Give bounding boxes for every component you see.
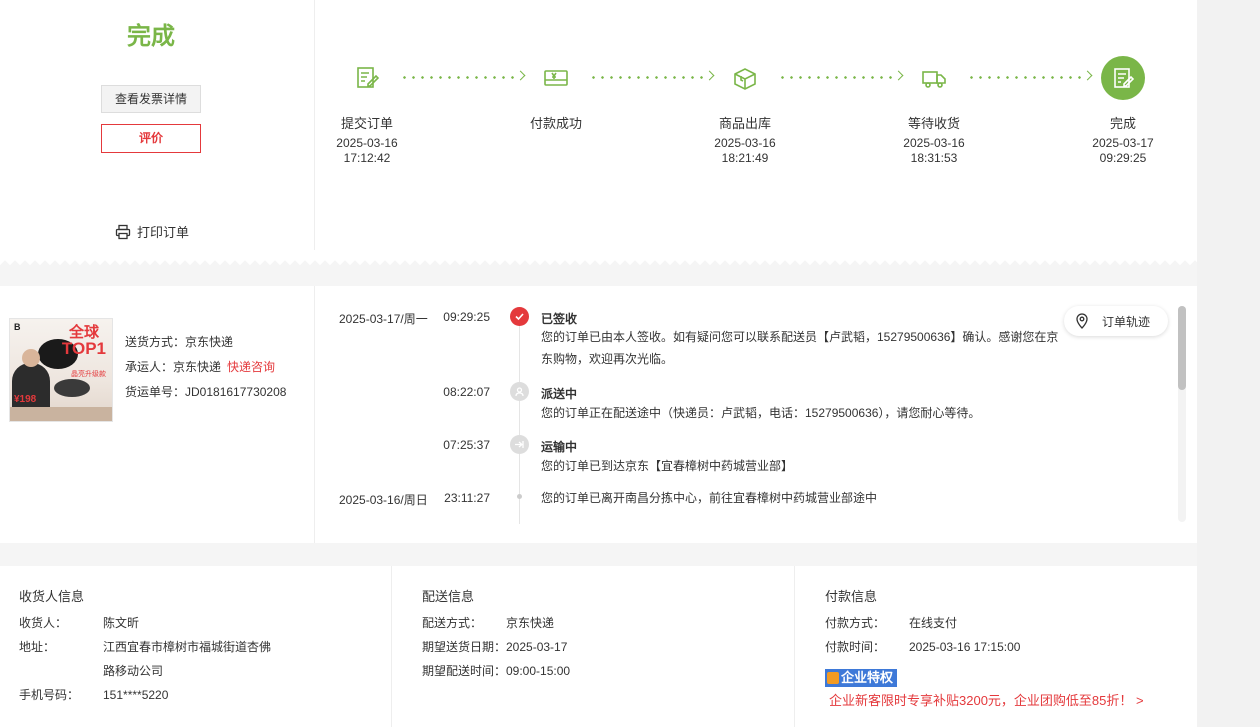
edit-doc-icon — [1101, 56, 1145, 100]
product-badge: 晶亮升级款 — [71, 371, 106, 378]
step-date: 2025-03-17 — [1092, 136, 1154, 150]
product-device-shape — [54, 379, 90, 397]
event-title: 已签收 — [541, 312, 578, 326]
event-title: 运输中 — [541, 440, 578, 454]
enterprise-promo-link[interactable]: 企业新客限时专享补贴3200元，企业团购低至85折！ > — [829, 690, 1144, 709]
event-title: 派送中 — [541, 387, 578, 401]
zigzag-divider — [0, 258, 1197, 268]
order-status-title: 完成 — [127, 23, 175, 50]
order-status-panel: 完成 查看发票详情 评价 打印订单 提交订单 2025-03-16 17:12:… — [0, 0, 1197, 260]
event-time: 23:11:27 — [444, 491, 490, 505]
package-icon — [723, 56, 767, 100]
gift-icon — [827, 672, 839, 684]
step-date: 2025-03-16 — [336, 136, 398, 150]
courier-consult-link[interactable]: 快递咨询 — [227, 360, 275, 374]
product-footer-bar — [10, 407, 112, 421]
step-label: 等待收货 — [907, 116, 960, 131]
print-order-label: 打印订单 — [137, 225, 190, 240]
payment-info: 付款信息 付款方式： 在线支付 付款时间： 2025-03-16 17:15:00 … — [795, 566, 1197, 727]
payment-card-icon — [534, 56, 578, 100]
progress-step-paid: 付款成功 — [506, 56, 606, 136]
event-time: 09:29:25 — [443, 310, 490, 324]
delivery-date-row: 期望送货日期： 2025-03-17 — [422, 640, 568, 654]
shipment-summary: B 全球 TOP1 晶亮升级款 ¥198 送货方式：京东快递 承运人：京东快递快… — [0, 286, 315, 543]
event-text: 您的订单已到达京东【宜春樟树中药城营业部】 — [541, 459, 794, 473]
order-track-button[interactable]: 订单轨迹 — [1064, 306, 1168, 336]
timeline-line — [519, 316, 520, 524]
tracking-timeline: 2025-03-17/周一 09:29:25 已签收 您的订单已由本人签收。如有… — [315, 286, 1185, 526]
step-label: 提交订单 — [340, 116, 393, 131]
progress-step-complete: 完成 2025-03-17 09:29:25 — [1073, 56, 1173, 166]
order-info-panel: 收货人信息 收货人： 陈文昕 地址： 江西宜春市樟树市福城街道杏佛 路移动公司 手机… — [0, 566, 1197, 727]
printer-icon — [115, 224, 131, 239]
order-track-label: 订单轨迹 — [1102, 314, 1151, 329]
event-text: 您的订单正在配送途中（快递员：卢武韬，电话：15279500636），请您耐心等… — [541, 406, 981, 420]
receiver-address-row: 地址： 江西宜春市樟树市福城街道杏佛 — [19, 640, 272, 654]
enterprise-badge-label: 企业特权 — [841, 670, 894, 685]
progress-step-awaiting: 等待收货 2025-03-16 18:31:53 — [884, 56, 984, 166]
step-label: 商品出库 — [718, 116, 771, 131]
delivery-time-row: 期望配送时间： 09:00-15:00 — [422, 664, 571, 678]
order-status-summary: 完成 查看发票详情 评价 打印订单 — [0, 0, 315, 250]
progress-step-outbound: 商品出库 2025-03-16 18:21:49 — [695, 56, 795, 166]
step-time: 09:29:25 — [1099, 151, 1147, 165]
product-price: ¥198 — [14, 394, 37, 405]
timeline-dot — [517, 494, 522, 499]
carrier-row: 承运人：京东快递 快递咨询 — [125, 360, 276, 374]
step-time: 18:21:49 — [721, 151, 769, 165]
shipment-info: 送货方式：京东快递 承运人：京东快递 快递咨询 货运单号：JD0181617730… — [125, 330, 286, 405]
event-text: 您的订单已由本人签收。如有疑问您可以联系配送员【卢武韬，15279500636】… — [541, 330, 1059, 366]
event-text: 您的订单已离开南昌分拣中心，前往宜春樟树中药城营业部途中 — [541, 491, 878, 505]
step-date: 2025-03-16 — [903, 136, 965, 150]
receiver-address-line2: 路移动公司 — [103, 664, 164, 678]
product-model-head — [22, 349, 40, 367]
progress-step-submit: 提交订单 2025-03-16 17:12:42 — [317, 56, 417, 166]
step-label: 完成 — [1109, 116, 1136, 131]
timeline-scrollbar[interactable] — [1178, 306, 1186, 522]
review-button[interactable]: 评价 — [101, 124, 201, 153]
location-pin-icon — [1076, 313, 1088, 329]
payment-title: 付款信息 — [825, 589, 878, 604]
courier-icon — [510, 382, 529, 401]
product-logo: B — [14, 322, 21, 332]
tracking-number-row: 货运单号：JD0181617730208 — [125, 385, 287, 399]
delivery-truck-icon — [912, 56, 956, 100]
view-invoice-button[interactable]: 查看发票详情 — [101, 85, 201, 113]
delivery-method-row: 配送方式： 京东快递 — [422, 616, 555, 630]
delivery-method-row: 送货方式：京东快递 — [125, 335, 234, 349]
step-date: 2025-03-16 — [714, 136, 776, 150]
logistics-panel: B 全球 TOP1 晶亮升级款 ¥198 送货方式：京东快递 承运人：京东快递快… — [0, 286, 1197, 543]
product-thumbnail[interactable]: B 全球 TOP1 晶亮升级款 ¥198 — [9, 318, 113, 422]
transit-icon — [510, 435, 529, 454]
event-date: 2025-03-17/周一 — [339, 312, 428, 326]
receiver-phone-row: 手机号码： 151****5220 — [19, 688, 169, 702]
step-time: 18:31:53 — [910, 151, 958, 165]
checkmark-icon — [510, 307, 529, 326]
event-date: 2025-03-16/周日 — [339, 493, 428, 507]
delivery-title: 配送信息 — [422, 589, 475, 604]
right-gutter — [1197, 0, 1260, 727]
receiver-info: 收货人信息 收货人： 陈文昕 地址： 江西宜春市樟树市福城街道杏佛 路移动公司 手机… — [0, 566, 392, 727]
payment-method-row: 付款方式： 在线支付 — [825, 616, 958, 630]
step-label: 付款成功 — [529, 116, 582, 131]
enterprise-badge[interactable]: 企业特权 — [825, 669, 898, 687]
print-order-link[interactable]: 打印订单 — [115, 222, 189, 241]
event-time: 07:25:37 — [443, 438, 490, 452]
step-time: 17:12:42 — [343, 151, 391, 165]
payment-time-row: 付款时间： 2025-03-16 17:15:00 — [825, 640, 1021, 654]
product-headline: 全球 TOP1 — [61, 324, 106, 358]
delivery-info: 配送信息 配送方式： 京东快递 期望送货日期： 2025-03-17 期望配送时间：… — [392, 566, 795, 727]
event-time: 08:22:07 — [443, 385, 490, 399]
scrollbar-thumb[interactable] — [1178, 306, 1186, 390]
receiver-name-row: 收货人： 陈文昕 — [19, 616, 140, 630]
edit-doc-icon — [345, 56, 389, 100]
receiver-title: 收货人信息 — [19, 589, 85, 604]
